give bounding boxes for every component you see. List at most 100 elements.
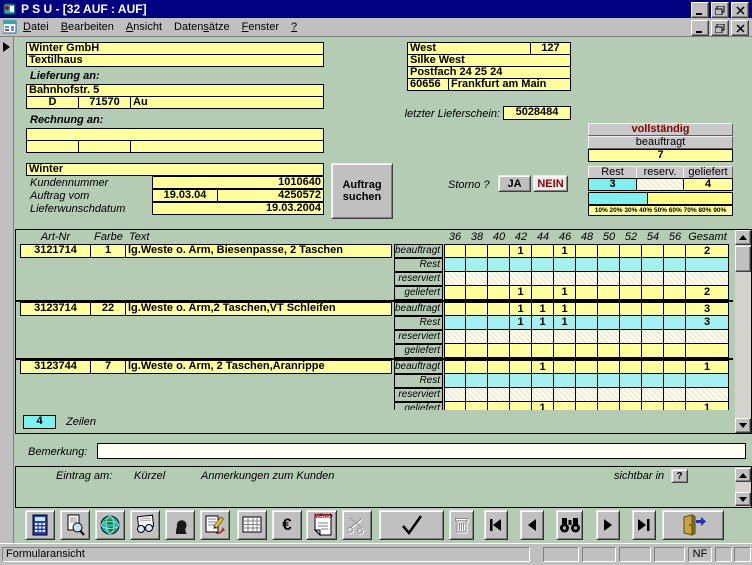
size-cell-40[interactable] bbox=[488, 316, 510, 330]
kurzname-field[interactable]: Winter bbox=[26, 163, 324, 176]
size-cell-38[interactable] bbox=[466, 360, 488, 374]
size-cell-50[interactable] bbox=[598, 374, 620, 388]
size-cell-56[interactable] bbox=[664, 244, 686, 258]
size-cell-52[interactable] bbox=[620, 330, 642, 344]
previous-record-button[interactable] bbox=[520, 510, 544, 540]
child-close-button[interactable] bbox=[731, 20, 749, 36]
size-cell-50[interactable] bbox=[598, 360, 620, 374]
menu-datenstze[interactable]: Datensätze bbox=[168, 19, 236, 35]
size-cell-46[interactable] bbox=[554, 360, 576, 374]
delivery-plz-field[interactable]: 71570 bbox=[78, 96, 131, 109]
size-cell-42[interactable]: 1 bbox=[510, 244, 532, 258]
size-cell-48[interactable] bbox=[576, 344, 598, 358]
right-city-field[interactable]: Frankfurt am Main bbox=[448, 78, 571, 91]
size-cell-56[interactable] bbox=[664, 344, 686, 358]
size-cell-36[interactable] bbox=[444, 344, 466, 358]
size-cell-46[interactable]: 1 bbox=[554, 244, 576, 258]
print-preview-button[interactable] bbox=[60, 510, 90, 540]
table-scrollbar[interactable] bbox=[735, 230, 751, 433]
size-cell-38[interactable] bbox=[466, 272, 488, 286]
person-button[interactable] bbox=[165, 510, 195, 540]
size-cell-38[interactable] bbox=[466, 258, 488, 272]
size-cell-50[interactable] bbox=[598, 344, 620, 358]
anmerkungen-scrollbar[interactable] bbox=[735, 467, 751, 507]
size-cell-56[interactable] bbox=[664, 402, 686, 410]
delivery-city-field[interactable]: Au bbox=[130, 96, 324, 109]
size-cell-40[interactable] bbox=[488, 374, 510, 388]
size-cell-40[interactable] bbox=[488, 258, 510, 272]
size-cell-36[interactable] bbox=[444, 330, 466, 344]
size-cell-50[interactable] bbox=[598, 402, 620, 410]
auftrag-datum-field[interactable]: 19.03.04 bbox=[152, 189, 218, 202]
size-cell-44[interactable] bbox=[532, 344, 554, 358]
size-cell-50[interactable] bbox=[598, 258, 620, 272]
child-minimize-button[interactable] bbox=[691, 20, 709, 36]
table-scroll-thumb[interactable] bbox=[735, 246, 751, 272]
menu-bearbeiten[interactable]: Bearbeiten bbox=[55, 19, 120, 35]
size-cell-52[interactable] bbox=[620, 388, 642, 402]
menu-fenster[interactable]: Fenster bbox=[236, 19, 285, 35]
anmerkungen-scroll-down-button[interactable] bbox=[735, 492, 751, 506]
size-cell-36[interactable] bbox=[444, 388, 466, 402]
size-cell-52[interactable] bbox=[620, 344, 642, 358]
size-cell-38[interactable] bbox=[466, 402, 488, 410]
size-cell-42[interactable] bbox=[510, 344, 532, 358]
kundennummer-field[interactable]: 1010640 bbox=[152, 176, 324, 189]
size-cell-52[interactable] bbox=[620, 286, 642, 300]
last-record-button[interactable] bbox=[632, 510, 656, 540]
size-cell-48[interactable] bbox=[576, 388, 598, 402]
size-cell-48[interactable] bbox=[576, 374, 598, 388]
menu-ansicht[interactable]: Ansicht bbox=[120, 19, 168, 35]
size-cell-44[interactable]: 1 bbox=[532, 302, 554, 316]
size-cell-48[interactable] bbox=[576, 272, 598, 286]
size-cell-44[interactable]: 1 bbox=[532, 402, 554, 410]
euro-button[interactable]: € bbox=[272, 510, 302, 540]
size-cell-54[interactable] bbox=[642, 344, 664, 358]
size-cell-56[interactable] bbox=[664, 286, 686, 300]
size-cell-38[interactable] bbox=[466, 244, 488, 258]
size-cell-54[interactable] bbox=[642, 302, 664, 316]
first-record-button[interactable] bbox=[484, 510, 508, 540]
size-cell-42[interactable] bbox=[510, 388, 532, 402]
size-cell-54[interactable] bbox=[642, 374, 664, 388]
minimize-button[interactable] bbox=[691, 2, 709, 18]
datasheet-button[interactable] bbox=[237, 510, 267, 540]
size-cell-56[interactable] bbox=[664, 330, 686, 344]
exit-button[interactable] bbox=[662, 510, 724, 540]
size-cell-42[interactable]: 1 bbox=[510, 302, 532, 316]
billing-plz-field[interactable] bbox=[78, 140, 131, 153]
record-selector-strip[interactable] bbox=[0, 37, 14, 543]
size-cell-44[interactable] bbox=[532, 244, 554, 258]
storno-nein-button[interactable]: NEIN bbox=[533, 175, 568, 192]
confirm-button[interactable] bbox=[379, 510, 444, 540]
size-cell-52[interactable] bbox=[620, 374, 642, 388]
size-cell-56[interactable] bbox=[664, 258, 686, 272]
sichtbar-help-button[interactable]: ? bbox=[671, 469, 688, 483]
billing-city-field[interactable] bbox=[130, 140, 324, 153]
size-cell-46[interactable] bbox=[554, 402, 576, 410]
size-cell-42[interactable] bbox=[510, 360, 532, 374]
lieferschein-field[interactable]: 5028484 bbox=[503, 106, 571, 120]
size-cell-52[interactable] bbox=[620, 302, 642, 316]
size-cell-52[interactable] bbox=[620, 316, 642, 330]
table-scroll-down-button[interactable] bbox=[735, 418, 751, 433]
size-cell-40[interactable] bbox=[488, 344, 510, 358]
size-cell-48[interactable] bbox=[576, 286, 598, 300]
find-button[interactable] bbox=[556, 510, 583, 540]
size-cell-36[interactable] bbox=[444, 402, 466, 410]
size-cell-54[interactable] bbox=[642, 258, 664, 272]
size-cell-38[interactable] bbox=[466, 316, 488, 330]
size-cell-36[interactable] bbox=[444, 374, 466, 388]
size-cell-50[interactable] bbox=[598, 316, 620, 330]
size-cell-46[interactable] bbox=[554, 374, 576, 388]
size-cell-52[interactable] bbox=[620, 360, 642, 374]
size-cell-38[interactable] bbox=[466, 286, 488, 300]
storno-ja-button[interactable]: JA bbox=[498, 175, 531, 192]
restore-button[interactable] bbox=[711, 2, 729, 18]
size-cell-44[interactable] bbox=[532, 374, 554, 388]
size-cell-36[interactable] bbox=[444, 316, 466, 330]
menu-?[interactable]: ? bbox=[285, 19, 303, 35]
memo-button[interactable]: MEMO bbox=[306, 510, 337, 540]
auftrag-suchen-button[interactable]: Auftrag suchen bbox=[331, 163, 393, 219]
size-cell-40[interactable] bbox=[488, 402, 510, 410]
